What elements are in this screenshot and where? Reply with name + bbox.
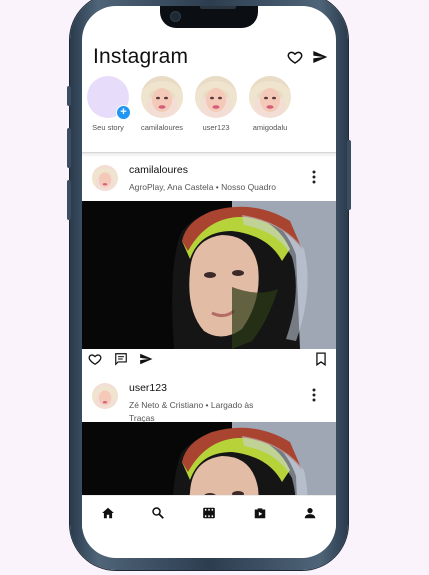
profile-icon[interactable] [303,506,317,520]
story-label: amigodalu [252,123,288,132]
post-actions [82,349,336,371]
post-photo [82,201,336,349]
story-own[interactable]: + Seu story [82,76,138,132]
post-avatar[interactable] [92,383,118,409]
reels-icon[interactable] [202,506,216,520]
avatar-image [249,76,291,118]
post-header: camilaloures AgroPlay, Ana Castela • Nos… [82,154,336,200]
send-icon[interactable] [312,49,328,65]
post-username[interactable]: user123 [129,382,167,394]
heart-icon[interactable] [287,49,303,65]
comment-icon[interactable] [114,352,128,366]
app-header: Instagram [82,40,336,76]
post-avatar[interactable] [92,165,118,191]
story-label: camilaloures [140,123,184,132]
avatar-image [92,165,118,191]
post-photo [82,422,336,496]
post-username[interactable]: camilaloures [129,164,188,176]
bottom-navigation [82,495,336,530]
add-story-icon[interactable]: + [116,105,131,120]
front-camera [170,11,181,22]
avatar-image [141,76,183,118]
story-label: user123 [202,123,230,132]
home-icon[interactable] [101,506,115,520]
earpiece [200,6,236,9]
story-item[interactable]: user123 [186,76,246,132]
avatar-image [92,383,118,409]
shop-icon[interactable] [253,506,267,520]
send-icon[interactable] [139,352,153,366]
power-button [347,140,351,210]
volume-down-button [67,180,71,220]
story-item[interactable]: amigodalu [240,76,300,132]
stories-row: + Seu story camilaloures user123 amigoda… [82,76,336,146]
search-icon[interactable] [151,506,165,520]
story-avatar [195,76,237,118]
bookmark-icon[interactable] [315,352,327,366]
story-avatar [141,76,183,118]
post-music-info[interactable]: AgroPlay, Ana Castela • Nosso Quadro [129,181,299,194]
mute-switch [67,86,71,106]
story-avatar [249,76,291,118]
more-options-icon[interactable] [312,388,316,402]
heart-icon[interactable] [88,352,102,366]
phone-screen: Instagram + Seu story camilaloures user1… [82,6,336,558]
app-title: Instagram [93,45,189,68]
post-image[interactable] [82,201,336,349]
notch [160,6,258,28]
more-options-icon[interactable] [312,170,316,184]
avatar-image [195,76,237,118]
story-label: Seu story [92,123,124,132]
post-image[interactable] [82,422,336,496]
volume-up-button [67,128,71,168]
own-story-avatar: + [87,76,131,120]
story-item[interactable]: camilaloures [132,76,192,132]
post-header: user123 Zé Neto & Cristiano • Largado às… [82,372,336,423]
